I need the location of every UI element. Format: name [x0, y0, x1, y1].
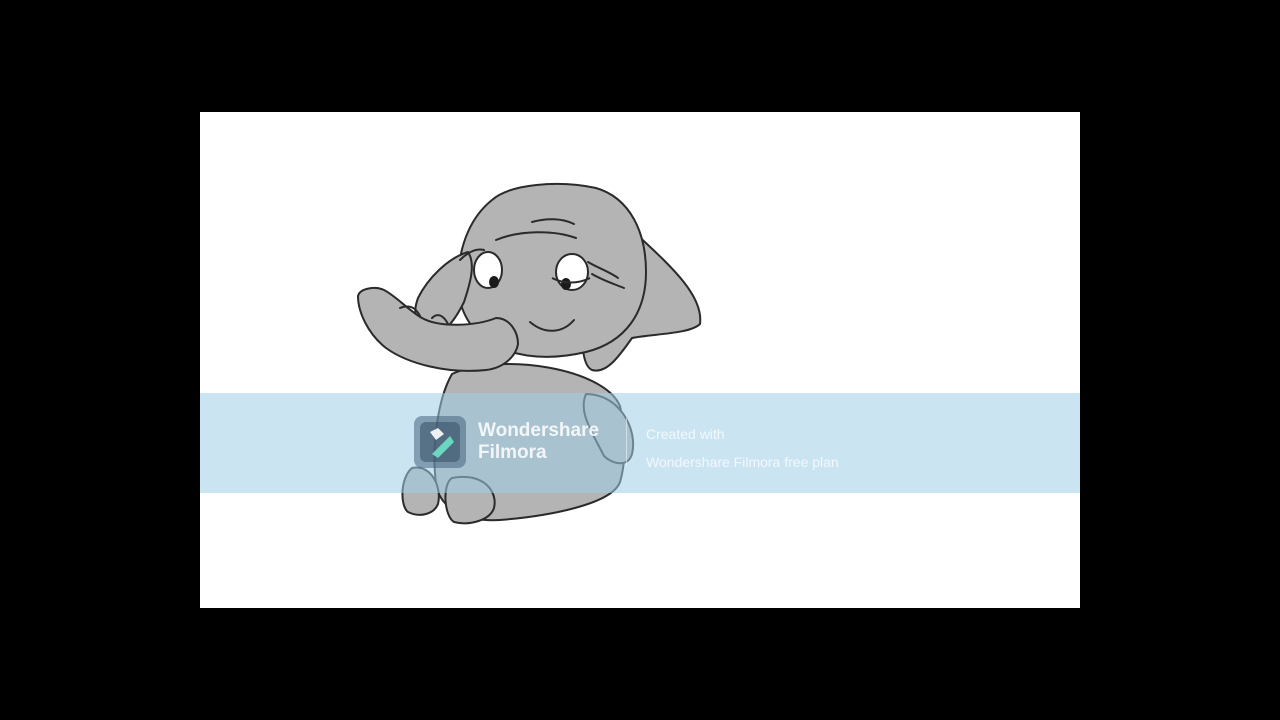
elephant-illustration: [357, 183, 702, 525]
filmora-logo-icon: [414, 416, 466, 468]
video-frame[interactable]: Wondershare Filmora Created with Wonders…: [200, 112, 1080, 608]
watermark-created-with: Created with: [646, 426, 725, 442]
watermark-divider: [626, 418, 627, 466]
video-player-stage: Wondershare Filmora Created with Wonders…: [0, 0, 1280, 720]
watermark-brand: Wondershare Filmora: [478, 420, 628, 464]
watermark-brand-line2: Filmora: [478, 442, 547, 463]
watermark-caption: Created with Wondershare Filmora free pl…: [646, 420, 839, 476]
watermark-plan: Wondershare Filmora free plan: [646, 454, 839, 470]
watermark-brand-line1: Wondershare: [478, 420, 600, 441]
watermark-band: [200, 393, 1080, 493]
